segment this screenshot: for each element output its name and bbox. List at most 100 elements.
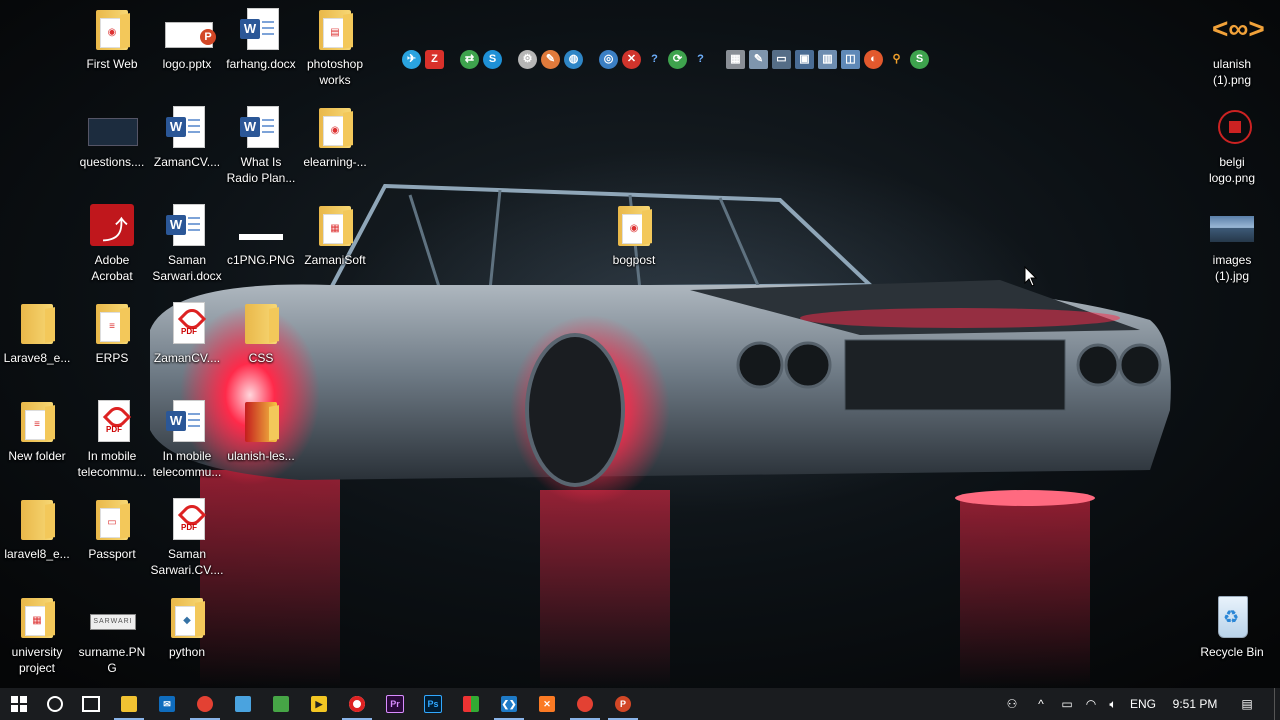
- taskbar-app-recorder[interactable]: [338, 688, 376, 720]
- desktop-icon-python[interactable]: ◆ python: [148, 590, 226, 682]
- people-button[interactable]: ⚇: [1000, 688, 1024, 720]
- desktop-icon-adobe-acrobat[interactable]: Adobe Acrobat: [73, 198, 151, 290]
- help-icon[interactable]: ?: [645, 50, 664, 69]
- magnifier-icon[interactable]: ⚲: [887, 50, 906, 69]
- settings-icon[interactable]: ⚙: [518, 49, 537, 69]
- desktop-icon-saman-sarwari-cv-pdf[interactable]: PDF Saman Sarwari.CV....: [148, 492, 226, 584]
- desktop-icon-erps[interactable]: ≡ ERPS: [73, 296, 151, 388]
- desktop-icon-recycle-bin[interactable]: Recycle Bin: [1193, 590, 1271, 682]
- desktop-icon-mobile-telecom-docx[interactable]: W In mobile telecommu...: [148, 394, 226, 486]
- desktop-icon-images-jpg[interactable]: images (1).jpg: [1193, 198, 1271, 290]
- desktop-icon-passport[interactable]: ▭ Passport: [73, 492, 151, 584]
- desktop-icon-css[interactable]: CSS: [222, 296, 300, 388]
- taskbar-app-yellow[interactable]: ▶: [300, 688, 338, 720]
- battery-button[interactable]: ▭: [1056, 688, 1078, 720]
- desktop-icon-first-web[interactable]: ◉ First Web: [73, 2, 151, 94]
- s-app-icon[interactable]: S: [910, 49, 929, 69]
- taskbar-file-explorer[interactable]: [110, 688, 148, 720]
- skype-icon[interactable]: S: [483, 49, 502, 69]
- tools-icon[interactable]: ✎: [541, 49, 560, 69]
- icon-label: university project: [11, 645, 63, 675]
- zoom-it-icon[interactable]: Z: [425, 49, 444, 69]
- desktop-icon-farhang-docx[interactable]: W farhang.docx: [222, 2, 300, 94]
- desktop-icon-c1png[interactable]: c1PNG.PNG: [222, 198, 300, 290]
- desktop-icon-zamancv-pdf[interactable]: PDF ZamanCV....: [148, 296, 226, 388]
- desktop-icon-new-folder[interactable]: ≡ New folder: [0, 394, 76, 486]
- taskbar-chrome-2[interactable]: [566, 688, 604, 720]
- desktop-icon-zamanisoft[interactable]: ▦ ZamaniSoft: [296, 198, 374, 290]
- record-icon: [349, 696, 365, 713]
- taskbar-chrome[interactable]: [186, 688, 224, 720]
- cortana-search-button[interactable]: [36, 688, 74, 720]
- desktop-icon-photoshop-works[interactable]: ▤ photoshop works: [296, 2, 374, 94]
- desktop-icon-larave8[interactable]: Larave8_e...: [0, 296, 76, 388]
- folder-icon: ◆: [163, 596, 211, 640]
- show-hidden-icons-button[interactable]: ^: [1032, 688, 1050, 720]
- belgi-logo-icon: [1208, 106, 1256, 150]
- close-x-icon[interactable]: ✕: [622, 49, 641, 69]
- image-file-icon: [1208, 204, 1256, 248]
- desktop[interactable]: ◉ First Web logo.pptx W farhang.docx ▤ p…: [0, 0, 1280, 688]
- taskbar-powerpoint[interactable]: P: [604, 688, 642, 720]
- taskbar-app-transfer[interactable]: [224, 688, 262, 720]
- show-desktop-button[interactable]: [1274, 688, 1280, 720]
- taskbar-xampp[interactable]: ✕: [528, 688, 566, 720]
- image-file-icon: SARWARI: [88, 596, 136, 640]
- desktop-icon-saman-sarwari-docx[interactable]: W Saman Sarwari.docx: [148, 198, 226, 290]
- desktop-icon-elearning[interactable]: ◉ elearning-...: [296, 100, 374, 192]
- icon-label: Passport: [88, 547, 136, 561]
- desktop-icon-zamancv-docx[interactable]: W ZamanCV....: [148, 100, 226, 192]
- desktop-icon-bogpost[interactable]: ◉ bogpost: [595, 198, 673, 290]
- desktop-icon-questions[interactable]: questions....: [73, 100, 151, 192]
- sync-icon[interactable]: ⟳: [668, 49, 687, 69]
- folder-icon: ▭: [88, 498, 136, 542]
- icon-label: First Web: [86, 57, 138, 71]
- taskbar-vscode[interactable]: ❮❯: [490, 688, 528, 720]
- recycle-bin-icon: [1208, 596, 1256, 640]
- paint-icon[interactable]: ◐: [864, 49, 883, 69]
- wifi-button[interactable]: ◠: [1080, 688, 1102, 720]
- desktop-icon-surname-png[interactable]: SARWARI surname.PNG: [73, 590, 151, 682]
- notes-app-icon: ▶: [311, 696, 327, 713]
- presentation-icon[interactable]: ▥: [818, 49, 837, 69]
- taskbar-mail[interactable]: ✉: [148, 688, 186, 720]
- monitor-icon[interactable]: ▭: [772, 49, 791, 69]
- desktop-icon-mobile-telecom-pdf[interactable]: PDF In mobile telecommu...: [73, 394, 151, 486]
- word-document-icon: W: [163, 400, 211, 444]
- taskbar-app-tiles[interactable]: [452, 688, 490, 720]
- desktop-icon-logo-pptx[interactable]: logo.pptx: [148, 2, 226, 94]
- desktop-icon-ulanish-png[interactable]: <∞> ulanish (1).png: [1193, 2, 1271, 94]
- icon-label: ZamanCV....: [153, 155, 221, 169]
- taskbar-app-green[interactable]: [262, 688, 300, 720]
- world-icon[interactable]: ◎: [599, 49, 618, 69]
- desktop-icon-radio-plan[interactable]: W What Is Radio Plan...: [222, 100, 300, 192]
- desktop-icon-university-project[interactable]: ▦ university project: [0, 590, 76, 682]
- folder-icon: [237, 302, 285, 346]
- icon-label: logo.pptx: [162, 57, 212, 71]
- task-view-button[interactable]: [72, 688, 110, 720]
- desktop-icon-ulanish-les[interactable]: ulanish-les...: [222, 394, 300, 486]
- word-badge-icon: W: [166, 215, 186, 235]
- folder-icon: ≡: [88, 302, 136, 346]
- network-computer-icon[interactable]: ▣: [795, 49, 814, 69]
- desktop-icon-belgi-logo[interactable]: belgi logo.png: [1193, 100, 1271, 192]
- action-center-button[interactable]: ▤: [1234, 688, 1260, 720]
- powerpoint-file-icon: [163, 8, 216, 52]
- word-badge-icon: W: [166, 117, 186, 137]
- start-button[interactable]: [0, 688, 38, 720]
- language-indicator[interactable]: ENG: [1126, 688, 1160, 720]
- taskbar-premiere[interactable]: Pr: [376, 688, 414, 720]
- telegram-icon[interactable]: ✈: [402, 49, 421, 69]
- notepad-icon[interactable]: ✎: [749, 49, 768, 69]
- disk-icon[interactable]: ◫: [841, 49, 860, 69]
- network-icon[interactable]: ⇄: [460, 49, 479, 69]
- clock[interactable]: 9:51 PM: [1164, 688, 1226, 720]
- icon-label: New folder: [8, 449, 66, 463]
- calculator-icon[interactable]: ▦: [726, 49, 745, 69]
- volume-button[interactable]: 🔈︎: [1102, 688, 1124, 720]
- desktop-icon-laravel8[interactable]: laravel8_e...: [0, 492, 76, 584]
- help-icon[interactable]: ?: [691, 50, 710, 69]
- premiere-icon: Pr: [386, 695, 404, 714]
- globe-icon[interactable]: ◍: [564, 49, 583, 69]
- taskbar-photoshop[interactable]: Ps: [414, 688, 452, 720]
